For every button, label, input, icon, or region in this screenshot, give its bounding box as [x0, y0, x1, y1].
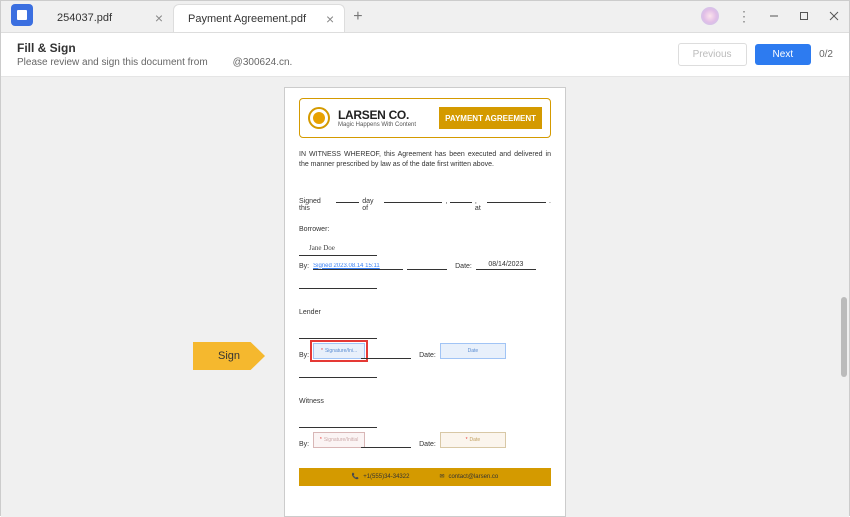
maximize-button[interactable]: [789, 2, 819, 30]
app-icon: [11, 4, 33, 26]
close-window-button[interactable]: [819, 2, 849, 30]
sign-callout[interactable]: Sign: [193, 342, 265, 370]
company-tagline: Magic Happens With Content: [338, 122, 416, 128]
more-icon[interactable]: ⋮: [729, 8, 759, 25]
witness-label: Witness: [299, 398, 551, 405]
borrower-name: Jane Doe: [309, 244, 335, 252]
lender-print-line: [299, 377, 377, 378]
previous-button[interactable]: Previous: [678, 43, 747, 66]
vertical-scrollbar[interactable]: [841, 297, 847, 377]
witness-name-line: [299, 427, 377, 428]
action-header: Fill & Sign Please review and sign this …: [1, 33, 849, 77]
lender-name-line: [299, 338, 377, 339]
ai-assistant-icon[interactable]: [701, 7, 719, 25]
witness-clause: IN WITNESS WHEREOF, this Agreement has b…: [299, 150, 551, 170]
company-logo-icon: [308, 107, 330, 129]
close-icon[interactable]: ×: [155, 10, 163, 26]
page-title: Fill & Sign: [17, 41, 292, 55]
minimize-button[interactable]: [759, 2, 789, 30]
footer-email: contact@larsen.co: [448, 474, 498, 480]
lender-signature-field[interactable]: *Signature/Ini...: [313, 343, 365, 359]
witness-by-row: By: *Signature/Initial Date: *Date: [299, 432, 551, 448]
document-header: LARSEN CO. Magic Happens With Content PA…: [299, 98, 551, 138]
footer-phone: +1(555)34-34322: [363, 474, 409, 480]
document-type-badge: PAYMENT AGREEMENT: [439, 107, 542, 129]
signature-counter: 0/2: [819, 49, 833, 60]
borrower-label: Borrower:: [299, 226, 551, 233]
lender-by-row: By: *Signature/Ini... Date: Date: [299, 343, 551, 359]
document-page: LARSEN CO. Magic Happens With Content PA…: [284, 87, 566, 517]
new-tab-button[interactable]: +: [345, 4, 370, 30]
titlebar: 254037.pdf × Payment Agreement.pdf × + ⋮: [1, 1, 849, 33]
borrower-print-line: [299, 288, 377, 289]
borrower-name-line: Jane Doe: [299, 255, 377, 256]
borrower-date-field[interactable]: 08/14/2023: [476, 260, 536, 270]
witness-date-field[interactable]: *Date: [440, 432, 506, 448]
next-button[interactable]: Next: [755, 44, 812, 65]
email-icon: ✉: [439, 473, 444, 480]
page-subtitle: Please review and sign this document fro…: [17, 57, 292, 68]
tab-doc1[interactable]: 254037.pdf ×: [43, 4, 173, 32]
lender-label: Lender: [299, 309, 551, 316]
tab-doc2[interactable]: Payment Agreement.pdf ×: [173, 4, 345, 32]
witness-signature-field[interactable]: *Signature/Initial: [313, 432, 365, 448]
lender-date-field[interactable]: Date: [440, 343, 506, 359]
document-footer: 📞 +1(555)34-34322 ✉ contact@larsen.co: [299, 468, 551, 486]
company-name: LARSEN CO.: [338, 108, 416, 122]
phone-icon: 📞: [352, 473, 359, 480]
tab-label: 254037.pdf: [57, 12, 112, 24]
close-icon[interactable]: ×: [326, 11, 334, 27]
borrower-by-row: By: Signed 2023.08.14 15:11 Date: 08/14/…: [299, 260, 551, 270]
tab-label: Payment Agreement.pdf: [188, 13, 306, 25]
borrower-signature-field[interactable]: Signed 2023.08.14 15:11: [313, 260, 403, 270]
signed-this-line: Signed this day of , , at .: [299, 198, 551, 212]
document-workspace: Sign LARSEN CO. Magic Happens With Conte…: [1, 77, 849, 517]
